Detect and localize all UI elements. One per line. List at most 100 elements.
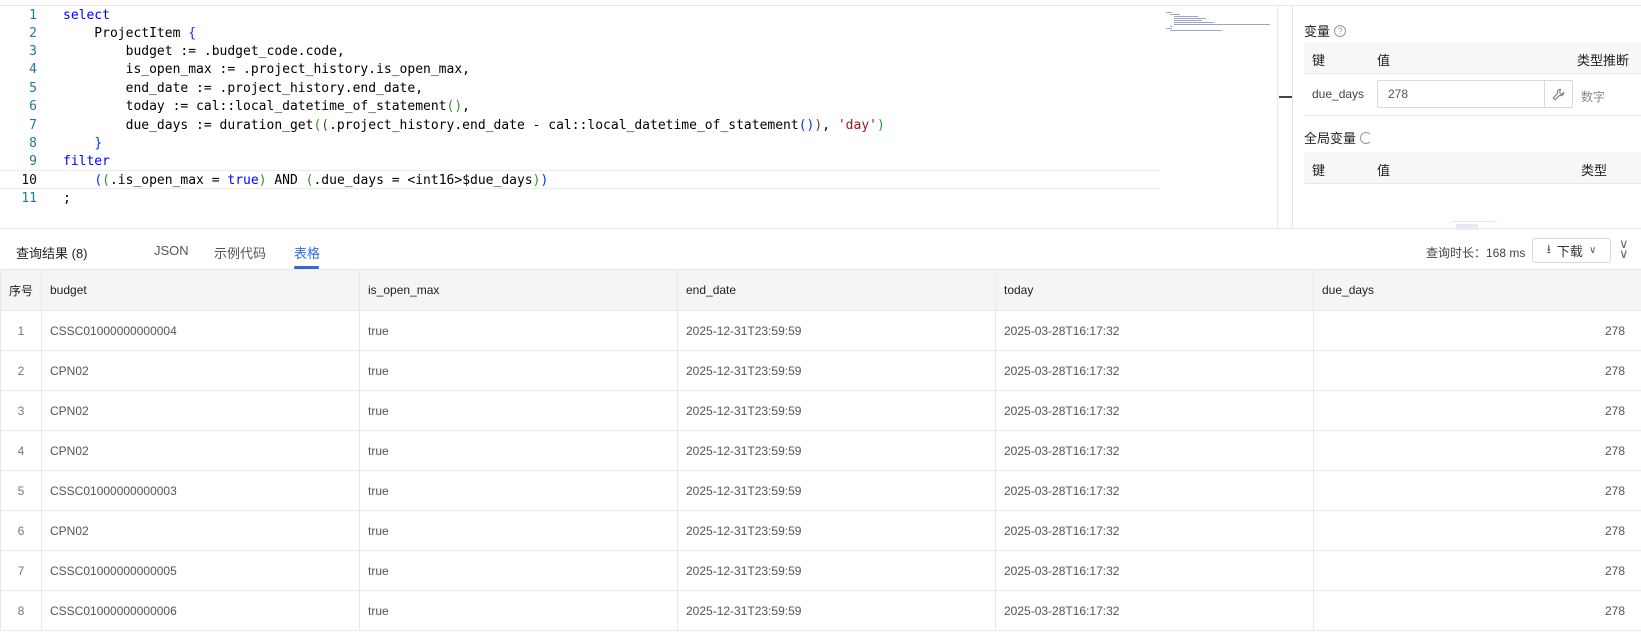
code-text: select — [63, 8, 110, 23]
table-row[interactable]: 6 CPN02 true 2025-12-31T23:59:59 2025-03-28T… — [0, 510, 1641, 551]
column-header[interactable]: 序号 — [0, 269, 42, 311]
header-type-inference: 类型推断 — [1577, 53, 1630, 68]
variables-title-text: 变量 — [1304, 24, 1331, 39]
table-cell: 278 — [1313, 470, 1641, 511]
results-title: 查询结果 (8) — [16, 246, 88, 261]
variable-row: due_days 278 数字 — [1304, 74, 1641, 116]
column-header[interactable]: today — [995, 269, 1314, 311]
code-line[interactable]: 5 end_date := .project_history.end_date, — [0, 79, 1160, 98]
code-text: due_days := duration_get((.project_histo… — [63, 118, 885, 133]
column-header[interactable]: end_date — [677, 269, 996, 311]
line-number: 2 — [29, 26, 37, 41]
table-cell: 2025-03-28T16:17:32 — [995, 550, 1314, 591]
table-cell: true — [359, 510, 678, 551]
code-text: ; — [63, 191, 71, 206]
table-cell: 278 — [1313, 350, 1641, 391]
header-value: 值 — [1377, 53, 1391, 68]
refresh-icon[interactable] — [1360, 131, 1373, 144]
table-cell: CPN02 — [41, 430, 360, 471]
table-cell: 2025-12-31T23:59:59 — [677, 390, 996, 431]
table-row[interactable]: 1 CSSC01000000000004 true 2025-12-31T23:59:… — [0, 310, 1641, 351]
code-text: is_open_max := .project_history.is_open_… — [63, 62, 470, 77]
table-cell: true — [359, 390, 678, 431]
row-index: 2 — [0, 350, 42, 391]
table-cell: 278 — [1313, 550, 1641, 591]
row-index: 4 — [0, 430, 42, 471]
table-cell: 2025-12-31T23:59:59 — [677, 590, 996, 631]
column-header[interactable]: is_open_max — [359, 269, 678, 311]
tab-json[interactable]: JSON — [154, 243, 189, 258]
table-cell: CSSC01000000000003 — [41, 470, 360, 511]
table-row[interactable]: 4 CPN02 true 2025-12-31T23:59:59 2025-03-28T… — [0, 430, 1641, 471]
table-cell: 2025-12-31T23:59:59 — [677, 430, 996, 471]
code-line[interactable]: 11 ; — [0, 189, 1160, 208]
row-index: 8 — [0, 590, 42, 631]
column-header[interactable]: due_days — [1313, 269, 1641, 311]
line-number: 7 — [29, 118, 37, 133]
table-cell: 278 — [1313, 310, 1641, 351]
table-cell: 2025-12-31T23:59:59 — [677, 510, 996, 551]
table-row[interactable]: 3 CPN02 true 2025-12-31T23:59:59 2025-03-28T… — [0, 390, 1641, 431]
header-type: 类型 — [1581, 163, 1608, 178]
global-variables-title-text: 全局变量 — [1304, 131, 1357, 146]
code-line[interactable]: 1 select — [0, 6, 1160, 25]
query-time: 查询时长：168 ms — [1426, 246, 1526, 260]
table-row[interactable]: 7 CSSC01000000000005 true 2025-12-31T23:59:… — [0, 550, 1641, 591]
table-cell: 2025-03-28T16:17:32 — [995, 470, 1314, 511]
tab-sample-code[interactable]: 示例代码 — [214, 243, 266, 262]
table-cell: CPN02 — [41, 510, 360, 551]
code-line[interactable]: 7 due_days := duration_get((.project_his… — [0, 116, 1160, 135]
table-cell: 2025-12-31T23:59:59 — [677, 470, 996, 511]
variable-value-input[interactable]: 278 — [1377, 80, 1545, 108]
download-icon: ⭳ — [1546, 242, 1551, 256]
empty-state-illustration — [1448, 221, 1498, 230]
table-cell: CSSC01000000000006 — [41, 590, 360, 631]
code-text: } — [94, 136, 103, 151]
download-label: 下载 — [1556, 244, 1583, 259]
code-line-active[interactable]: 10 ((.is_open_max = true) AND (.due_days… — [0, 170, 1160, 189]
tab-table[interactable]: 表格 — [294, 243, 320, 262]
table-cell: 2025-03-28T16:17:32 — [995, 350, 1314, 391]
header-key: 键 — [1312, 53, 1326, 68]
line-number: 1 — [29, 8, 37, 23]
table-cell: 2025-12-31T23:59:59 — [677, 350, 996, 391]
table-row[interactable]: 8 CSSC01000000000006 true 2025-12-31T23:59:… — [0, 590, 1641, 631]
code-text: filter — [63, 154, 110, 169]
editor-scrollbar[interactable] — [1277, 6, 1278, 229]
code-text: ProjectItem { — [63, 26, 197, 41]
variables-header: 键 值 类型推断 — [1304, 42, 1641, 74]
table-cell: CPN02 — [41, 350, 360, 391]
variable-type: 数字 — [1581, 90, 1606, 104]
column-header[interactable]: budget — [41, 269, 360, 311]
table-row[interactable]: 2 CPN02 true 2025-12-31T23:59:59 2025-03-28T… — [0, 350, 1641, 391]
table-cell: 2025-03-28T16:17:32 — [995, 510, 1314, 551]
line-number: 11 — [21, 191, 37, 206]
double-chevron-down-icon[interactable]: ∨ ∨ — [1619, 237, 1629, 260]
code-text: today := cal::local_datetime_of_statemen… — [63, 99, 470, 114]
results-table: 序号 budget is_open_max end_date today due… — [0, 269, 1641, 631]
wrench-icon[interactable] — [1545, 80, 1573, 108]
code-line[interactable]: 8 } — [0, 134, 1160, 153]
table-cell: true — [359, 470, 678, 511]
table-cell: CSSC01000000000005 — [41, 550, 360, 591]
variables-title: 变量 ? — [1304, 21, 1347, 40]
code-line[interactable]: 2 ProjectItem { — [0, 24, 1160, 43]
code-editor[interactable]: 1 select 2 ProjectItem { 3 budget := .bu… — [0, 6, 1280, 229]
code-line[interactable]: 6 today := cal::local_datetime_of_statem… — [0, 97, 1160, 116]
code-line[interactable]: 3 budget := .budget_code.code, — [0, 42, 1160, 61]
code-line[interactable]: 4 is_open_max := .project_history.is_ope… — [0, 60, 1160, 79]
chevron-down-icon: ∨ — [1588, 245, 1597, 256]
table-cell: 2025-03-28T16:17:32 — [995, 390, 1314, 431]
code-minimap[interactable] — [1166, 12, 1276, 34]
question-circle-icon[interactable]: ? — [1334, 24, 1347, 37]
panel-resize-handle[interactable] — [1279, 96, 1293, 98]
header-key: 键 — [1312, 163, 1326, 178]
table-cell: 278 — [1313, 390, 1641, 431]
table-row[interactable]: 5 CSSC01000000000003 true 2025-12-31T23:59:… — [0, 470, 1641, 511]
row-index: 7 — [0, 550, 42, 591]
table-cell: CPN02 — [41, 390, 360, 431]
download-button[interactable]: ⭳ 下载 ∨ — [1532, 238, 1611, 263]
panel-divider — [1292, 6, 1293, 229]
code-line[interactable]: 9 filter — [0, 152, 1160, 171]
table-cell: 278 — [1313, 510, 1641, 551]
